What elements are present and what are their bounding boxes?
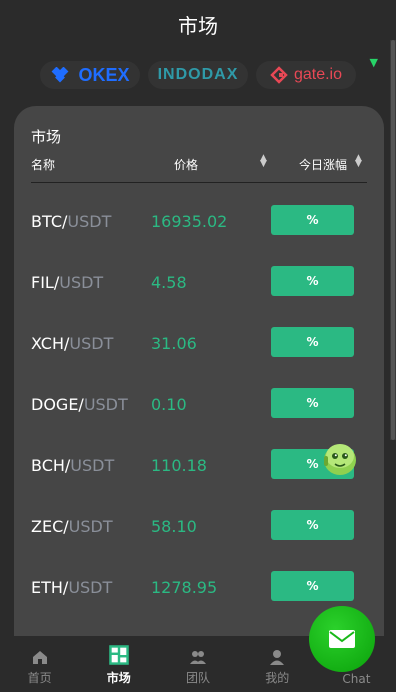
change-badge[interactable]: % (271, 571, 354, 601)
change-badge[interactable]: % (271, 510, 354, 540)
price-value: 31.06 (151, 334, 197, 353)
gate-logo[interactable]: gate.io (256, 61, 356, 89)
market-card-title: 市场 (31, 128, 62, 146)
dropdown-arrow-icon[interactable]: ▼ (370, 56, 378, 69)
pair-label: BTC/USDT (31, 212, 111, 231)
okex-mark-icon (52, 67, 69, 83)
pair-base: BCH/ (31, 456, 71, 475)
table-row[interactable]: ZEC/USDT 58.10 % (31, 507, 367, 547)
chat-button[interactable] (309, 606, 375, 672)
table-row[interactable]: DOGE/USDT 0.10 % (31, 385, 367, 425)
price-value: 16935.02 (151, 212, 228, 231)
nav-market-label: 市场 (106, 671, 131, 685)
pair-base: ZEC/ (31, 517, 69, 536)
gate-text: gate.io (293, 66, 343, 83)
change-badge[interactable]: % (271, 388, 354, 418)
market-card: 市场 名称 价格 ▲ ▼ 今日涨幅 ▲ ▼ BTC/USDT 16935.02 % … (14, 106, 384, 636)
pair-label: ETH/USDT (31, 578, 112, 597)
pair-base: FIL/ (31, 273, 60, 292)
team-icon (190, 651, 206, 664)
user-icon (270, 650, 285, 665)
nav-chat-label: Chat (342, 672, 371, 686)
nav-home[interactable]: 首页 (0, 644, 79, 692)
indodax-text: INDODAX (157, 66, 239, 83)
pair-label: DOGE/USDT (31, 395, 128, 414)
change-badge[interactable]: % (271, 266, 354, 296)
pair-quote: USDT (59, 273, 104, 292)
scrollbar[interactable] (390, 40, 396, 440)
column-name: 名称 (31, 158, 56, 172)
okex-text: OKEX (78, 64, 130, 85)
price-value: 0.10 (151, 395, 187, 414)
nav-team[interactable]: 团队 (158, 644, 237, 692)
column-price[interactable]: 价格 (174, 156, 198, 173)
price-value: 110.18 (151, 456, 207, 475)
home-icon (32, 651, 47, 664)
table-row[interactable]: BCH/USDT 110.18 % (31, 446, 367, 486)
pair-quote: USDT (69, 334, 114, 353)
okex-logo[interactable]: OKEX (40, 61, 140, 89)
table-row[interactable]: ETH/USDT 1278.95 % (31, 568, 367, 608)
table-row[interactable]: FIL/USDT 4.58 % (31, 263, 367, 303)
nav-home-label: 首页 (27, 671, 52, 685)
pair-base: ETH/ (31, 578, 69, 597)
exchange-logos: OKEX INDODAX gate.io (0, 58, 396, 92)
page-title: 市场 (178, 13, 218, 38)
change-badge[interactable]: % (271, 205, 354, 235)
column-change[interactable]: 今日涨幅 (299, 156, 347, 173)
gate-mark-icon (270, 66, 288, 84)
table-row[interactable]: BTC/USDT 16935.02 % (31, 202, 367, 242)
indodax-logo[interactable]: INDODAX (148, 61, 248, 89)
scrollbar-thumb[interactable] (391, 40, 395, 440)
price-value: 4.58 (151, 273, 187, 292)
pair-label: BCH/USDT (31, 456, 114, 475)
pair-label: ZEC/USDT (31, 517, 113, 536)
price-value: 58.10 (151, 517, 197, 536)
pair-label: FIL/USDT (31, 273, 103, 292)
change-sort-icon[interactable]: ▲ ▼ (355, 154, 362, 169)
pair-quote: USDT (68, 517, 113, 536)
pair-quote: USDT (68, 578, 113, 597)
nav-mine[interactable]: 我的 (238, 644, 317, 692)
pair-base: DOGE/ (31, 395, 84, 414)
price-value: 1278.95 (151, 578, 218, 597)
nav-mine-label: 我的 (265, 671, 290, 685)
mail-icon (329, 630, 355, 648)
nav-team-label: 团队 (186, 671, 211, 685)
price-sort-icon[interactable]: ▲ ▼ (260, 154, 267, 169)
nav-market[interactable]: 市场 (79, 644, 158, 692)
pair-base: BTC/ (31, 212, 68, 231)
market-icon (109, 645, 129, 665)
table-row[interactable]: XCH/USDT 31.06 % (31, 324, 367, 364)
change-badge[interactable]: % (271, 327, 354, 357)
pair-label: XCH/USDT (31, 334, 113, 353)
pair-quote: USDT (83, 395, 128, 414)
mascot-icon[interactable] (320, 438, 360, 478)
table-header: 名称 价格 ▲ ▼ 今日涨幅 ▲ ▼ (31, 154, 367, 183)
pair-quote: USDT (70, 456, 115, 475)
pair-base: XCH/ (31, 334, 70, 353)
pair-quote: USDT (67, 212, 112, 231)
